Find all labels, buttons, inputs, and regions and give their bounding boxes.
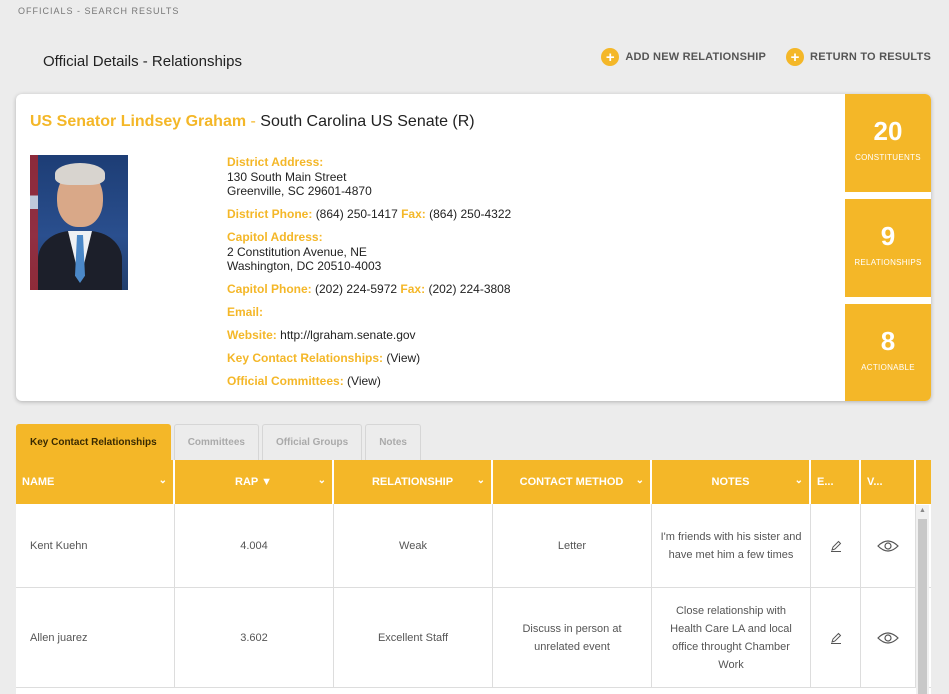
cell-notes: Close relationship with Health Care LA a…	[652, 588, 811, 687]
eye-icon[interactable]	[877, 631, 899, 645]
website-label: Website:	[227, 328, 277, 342]
stat-label: ACTIONABLE	[861, 363, 915, 372]
chevron-down-icon[interactable]: ⌄	[795, 475, 803, 486]
cell-relationship: Weak	[334, 504, 493, 587]
tab-key-contact-relationships[interactable]: Key Contact Relationships	[16, 424, 171, 460]
chevron-down-icon[interactable]: ⌄	[636, 475, 644, 486]
column-header-edit[interactable]: E...	[811, 460, 861, 504]
district-address-label: District Address:	[227, 155, 324, 169]
capitol-fax-label: Fax:	[400, 282, 426, 296]
stat-value: 9	[880, 221, 896, 251]
official-office: South Carolina US Senate (R)	[260, 113, 475, 130]
add-new-relationship-label: ADD NEW RELATIONSHIP	[625, 51, 767, 63]
header-spacer	[916, 460, 931, 504]
column-header-view[interactable]: V...	[861, 460, 916, 504]
key-contact-view-link[interactable]: (View)	[386, 351, 420, 365]
column-header-label: E...	[817, 476, 834, 488]
website-link[interactable]: http://lgraham.senate.gov	[280, 328, 415, 342]
cell-rap: 3.602	[175, 588, 334, 687]
add-new-relationship-button[interactable]: + ADD NEW RELATIONSHIP	[601, 48, 766, 66]
plus-circle-icon: +	[601, 48, 620, 66]
table-header: NAME ⌄ RAP ▼ ⌄ RELATIONSHIP ⌄ CONTACT ME…	[16, 460, 931, 504]
official-card: US Senator Lindsey Graham - South Caroli…	[16, 94, 931, 401]
scroll-up-arrow-icon[interactable]: ▲	[919, 507, 926, 514]
column-header-rap[interactable]: RAP ▼ ⌄	[175, 460, 334, 504]
chevron-down-icon[interactable]: ⌄	[159, 475, 167, 486]
cell-edit	[811, 588, 861, 687]
top-actions: + ADD NEW RELATIONSHIP + RETURN TO RESUL…	[601, 48, 931, 66]
chevron-down-icon[interactable]: ⌄	[477, 475, 485, 486]
table-scrollbar[interactable]: ▲	[916, 505, 929, 694]
cell-view	[861, 588, 916, 687]
cell-name: Kent Kuehn	[16, 504, 175, 587]
table-row[interactable]: Kent Kuehn 4.004 Weak Letter I'm friends…	[16, 504, 931, 588]
key-contact-label: Key Contact Relationships:	[227, 351, 384, 365]
committees-view-link[interactable]: (View)	[347, 374, 381, 388]
table-row[interactable]: Allen juarez 3.602 Excellent Staff Discu…	[16, 588, 931, 688]
tab-official-groups[interactable]: Official Groups	[261, 424, 363, 460]
official-details: District Address: 130 South Main Street …	[227, 155, 511, 397]
column-header-relationship[interactable]: RELATIONSHIP ⌄	[334, 460, 493, 504]
cell-name: Allen juarez	[16, 588, 175, 687]
stat-value: 8	[880, 326, 896, 356]
stat-relationships[interactable]: 9 RELATIONSHIPS	[845, 199, 931, 297]
stat-value: 20	[873, 116, 903, 146]
stat-constituents[interactable]: 20 CONSTITUENTS	[845, 94, 931, 192]
district-phone-label: District Phone:	[227, 207, 313, 221]
column-header-label: NOTES	[711, 476, 750, 488]
capitol-address-line2: Washington, DC 20510-4003	[227, 259, 382, 273]
district-address-line2: Greenville, SC 29601-4870	[227, 184, 372, 198]
cell-contact-method: Letter	[493, 504, 652, 587]
stat-actionable[interactable]: 8 ACTIONABLE	[845, 304, 931, 401]
stat-label: CONSTITUENTS	[855, 153, 921, 162]
capitol-address-label: Capitol Address:	[227, 230, 323, 244]
plus-circle-icon: +	[786, 48, 805, 66]
tab-bar: Key Contact Relationships Committees Off…	[16, 424, 421, 460]
column-header-label: NAME	[22, 476, 55, 488]
cell-edit	[811, 504, 861, 587]
column-header-label: RAP ▼	[235, 476, 272, 488]
district-fax: (864) 250-4322	[429, 207, 512, 221]
email-label: Email:	[227, 305, 264, 319]
title-separator: -	[250, 113, 256, 130]
stat-label: RELATIONSHIPS	[854, 258, 922, 267]
pencil-icon[interactable]	[830, 540, 842, 552]
cell-view	[861, 504, 916, 587]
tab-committees[interactable]: Committees	[173, 424, 259, 460]
capitol-phone-label: Capitol Phone:	[227, 282, 312, 296]
cell-notes: I'm friends with his sister and have met…	[652, 504, 811, 587]
committees-label: Official Committees:	[227, 374, 344, 388]
scroll-thumb[interactable]	[918, 519, 927, 694]
district-phone: (864) 250-1417	[315, 207, 398, 221]
official-name: US Senator Lindsey Graham	[30, 113, 247, 130]
official-title: US Senator Lindsey Graham - South Caroli…	[30, 113, 475, 131]
capitol-phone: (202) 224-5972	[315, 282, 398, 296]
column-header-notes[interactable]: NOTES ⌄	[652, 460, 811, 504]
page-title: Official Details - Relationships	[43, 53, 242, 70]
district-address-line1: 130 South Main Street	[227, 169, 347, 184]
cell-rap: 4.004	[175, 504, 334, 587]
return-to-results-button[interactable]: + RETURN TO RESULTS	[786, 48, 931, 66]
capitol-address-line1: 2 Constitution Avenue, NE	[227, 244, 367, 259]
stats-panel: 20 CONSTITUENTS 9 RELATIONSHIPS 8 ACTION…	[845, 94, 931, 401]
capitol-fax: (202) 224-3808	[428, 282, 511, 296]
relationships-table: NAME ⌄ RAP ▼ ⌄ RELATIONSHIP ⌄ CONTACT ME…	[16, 460, 931, 694]
column-header-contact-method[interactable]: CONTACT METHOD ⌄	[493, 460, 652, 504]
eye-icon[interactable]	[877, 539, 899, 553]
pencil-icon[interactable]	[830, 632, 842, 644]
column-header-name[interactable]: NAME ⌄	[16, 460, 175, 504]
cell-relationship: Excellent Staff	[334, 588, 493, 687]
column-header-label: V...	[867, 476, 883, 488]
column-header-label: CONTACT METHOD	[519, 476, 624, 488]
official-photo	[30, 155, 128, 290]
chevron-down-icon[interactable]: ⌄	[318, 475, 326, 486]
breadcrumb[interactable]: OFFICIALS - SEARCH RESULTS	[18, 6, 179, 16]
column-header-label: RELATIONSHIP	[371, 476, 454, 488]
district-fax-label: Fax:	[401, 207, 426, 221]
return-to-results-label: RETURN TO RESULTS	[810, 51, 931, 63]
cell-contact-method: Discuss in person at unrelated event	[493, 588, 652, 687]
tab-notes[interactable]: Notes	[365, 424, 421, 460]
